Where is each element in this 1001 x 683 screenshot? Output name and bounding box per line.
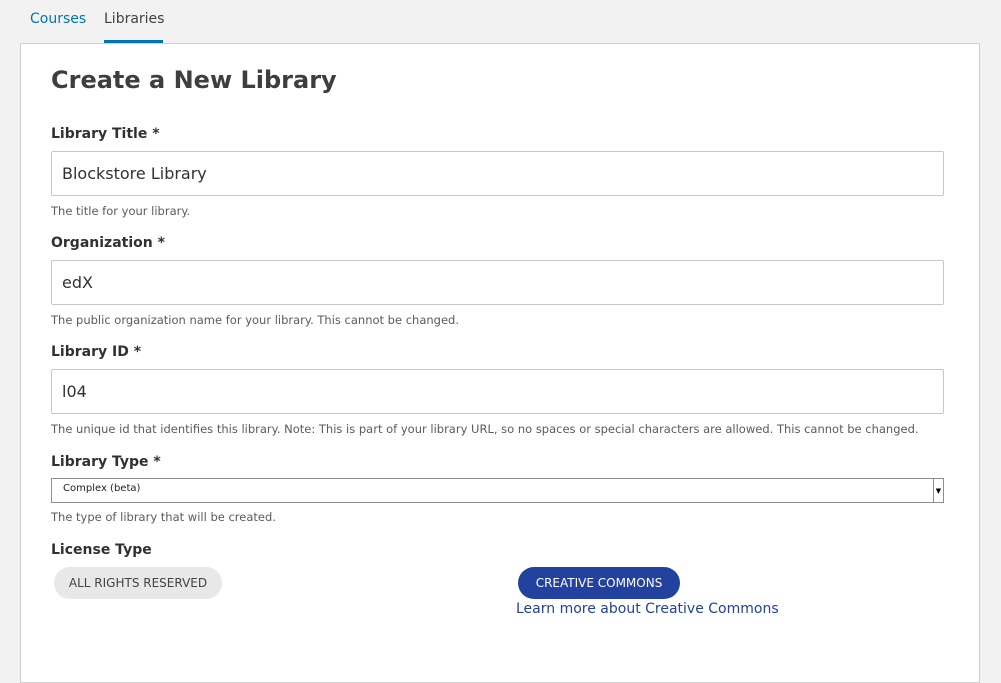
license-type-label: License Type [51,542,152,558]
dropdown-arrow-icon: ▼ [933,479,943,502]
page-title: Create a New Library [51,66,337,94]
library-type-help: The type of library that will be created… [51,510,276,524]
tab-libraries[interactable]: Libraries [104,0,164,43]
all-rights-reserved-button[interactable]: ALL RIGHTS RESERVED [54,567,222,599]
library-title-help: The title for your library. [51,204,191,218]
creative-commons-button[interactable]: CREATIVE COMMONS [518,567,680,599]
organization-input[interactable] [51,260,944,305]
tab-bar: Courses Libraries [0,0,1001,43]
library-type-label: Library Type * [51,454,161,470]
creative-commons-learn-more-link[interactable]: Learn more about Creative Commons [516,601,779,617]
library-title-input[interactable] [51,151,944,196]
library-type-select[interactable]: Complex (beta) ▼ [51,478,944,503]
library-id-label: Library ID * [51,344,142,360]
library-title-label: Library Title * [51,126,160,142]
library-id-help: The unique id that identifies this libra… [51,422,919,436]
library-type-selected-value: Complex (beta) [63,483,141,494]
organization-label: Organization * [51,235,165,251]
tab-courses[interactable]: Courses [30,0,86,43]
create-library-card: Create a New Library Library Title * The… [20,43,980,683]
library-id-input[interactable] [51,369,944,414]
organization-help: The public organization name for your li… [51,313,459,327]
